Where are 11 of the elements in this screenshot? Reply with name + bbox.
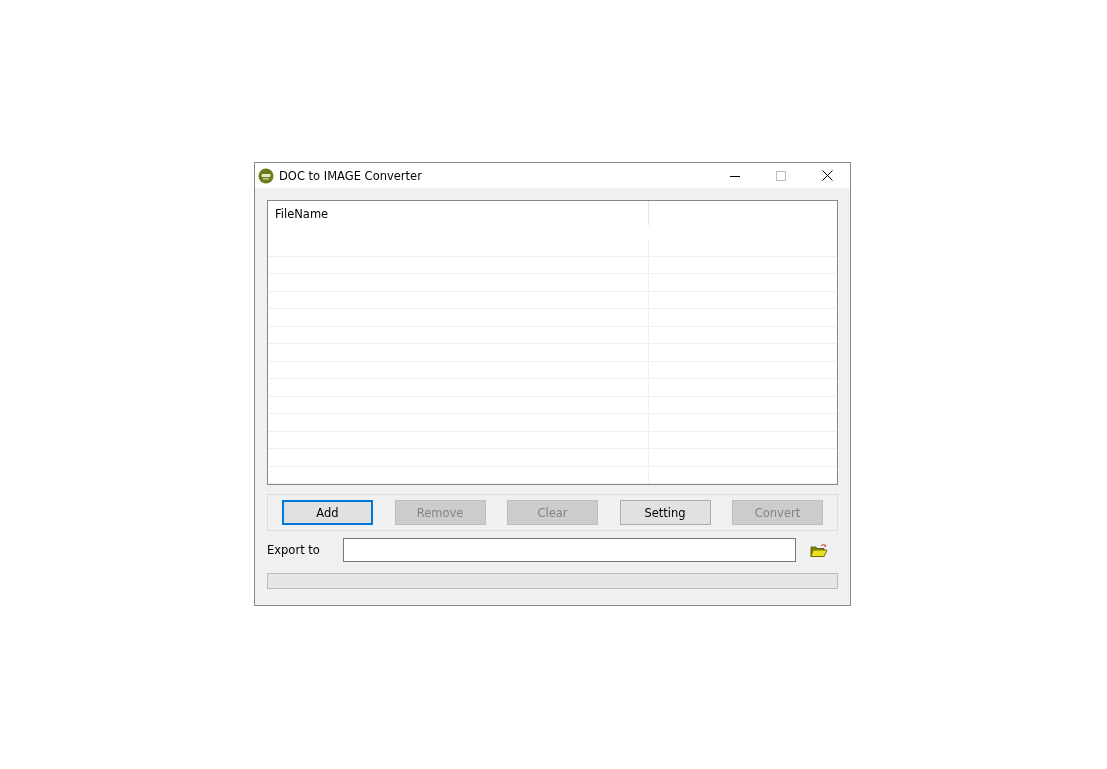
folder-icon[interactable] — [810, 542, 828, 558]
file-list[interactable]: FileName — [267, 200, 838, 485]
action-button[interactable]: Add — [282, 500, 373, 525]
export-path-field[interactable] — [343, 538, 796, 562]
close-icon — [821, 170, 833, 181]
app-icon — [258, 167, 274, 184]
window-title: DOC to IMAGE Converter — [279, 168, 423, 183]
export-label: Export to — [267, 543, 321, 557]
action-button[interactable]: Setting — [619, 500, 711, 525]
maximize-icon — [776, 170, 786, 181]
column-header[interactable]: FileName — [268, 201, 649, 225]
